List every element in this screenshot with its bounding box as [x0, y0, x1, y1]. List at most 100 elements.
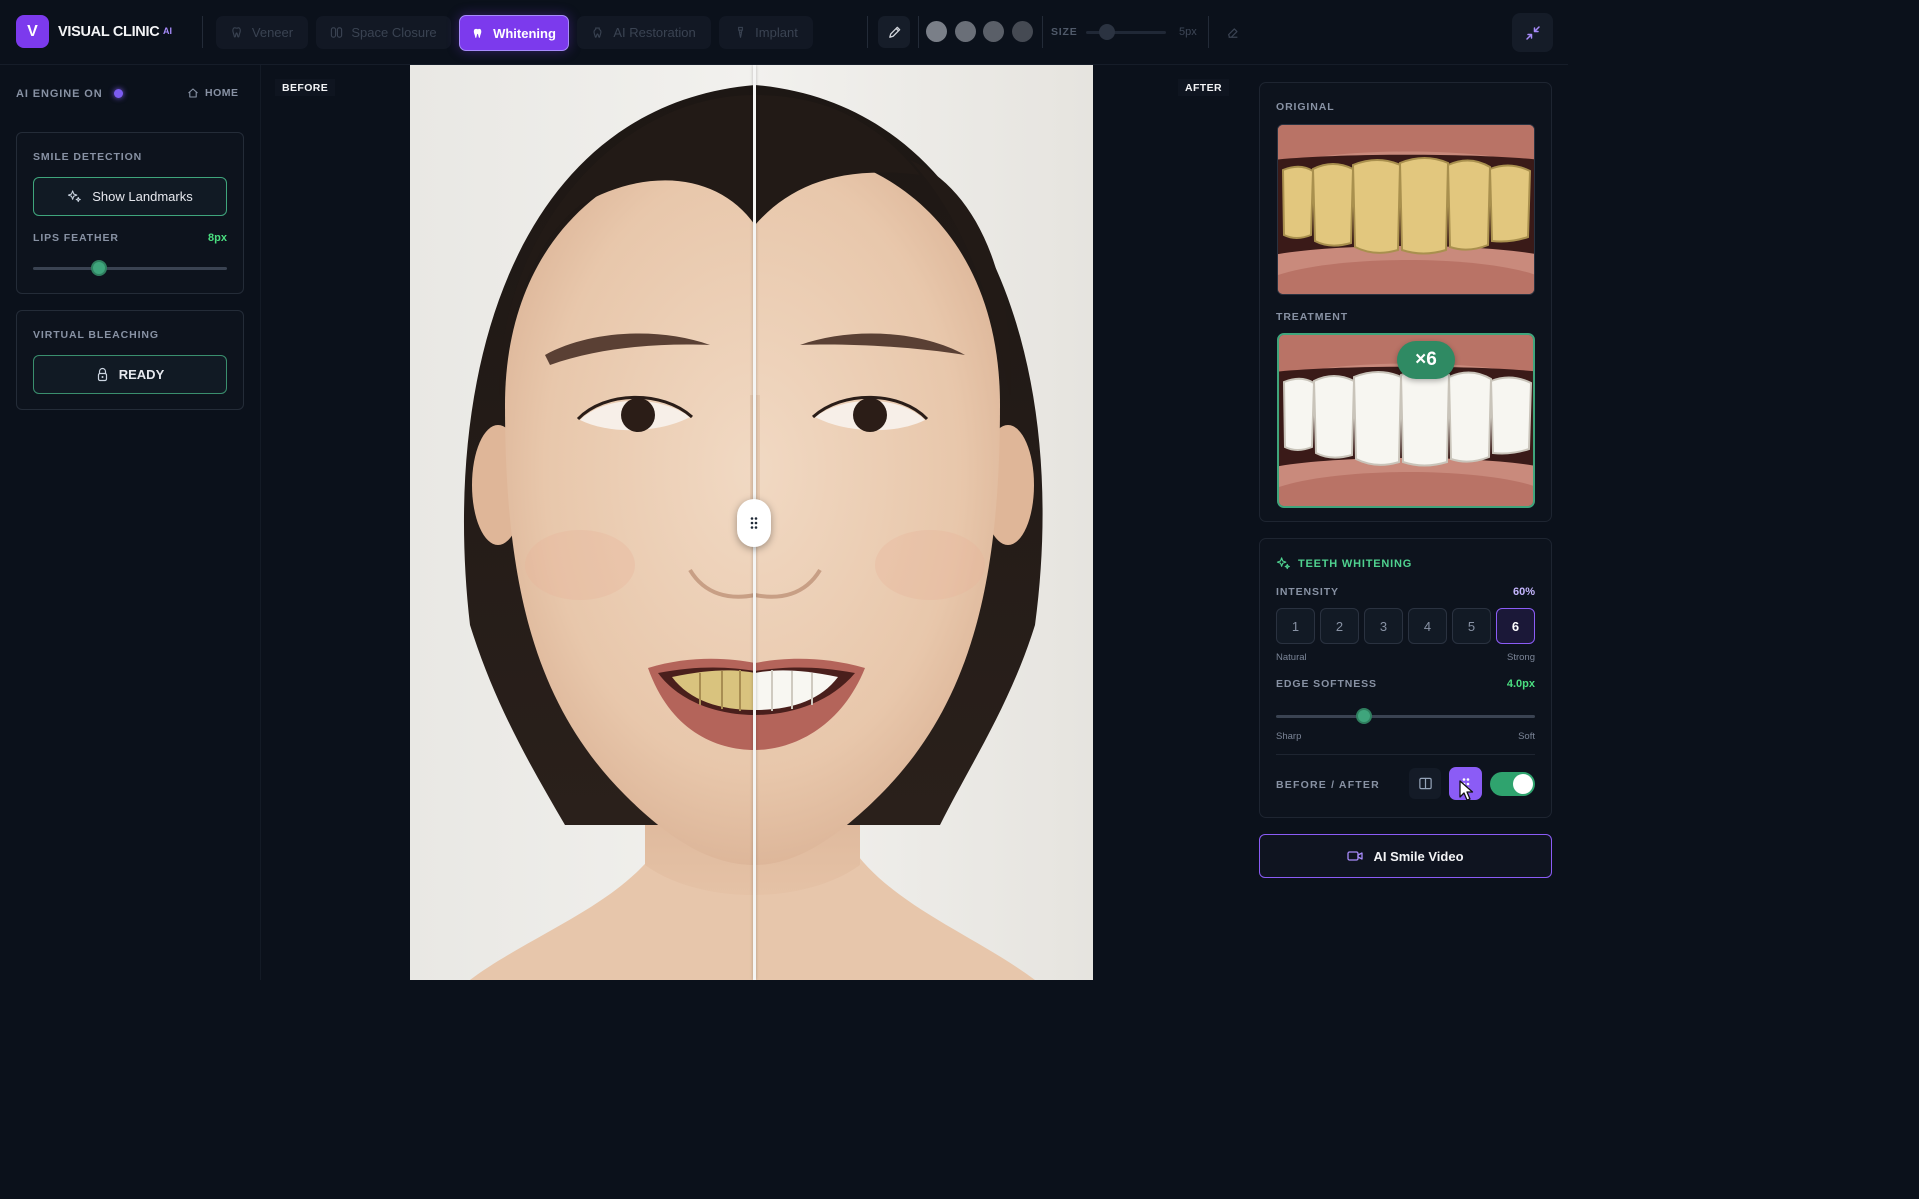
collapse-button[interactable]: [1512, 13, 1553, 52]
tab-label: Space Closure: [351, 25, 437, 40]
engine-status-indicator: [114, 89, 123, 98]
intensity-level-2[interactable]: 2: [1320, 608, 1359, 644]
original-teeth-image: [1278, 125, 1534, 294]
home-icon: [188, 88, 198, 98]
original-teeth-thumbnail[interactable]: [1277, 124, 1535, 295]
divider: [918, 16, 919, 48]
pencil-tool-button[interactable]: [878, 16, 910, 48]
edge-softness-label: EDGE SOFTNESS: [1276, 678, 1377, 690]
intensity-value: 60%: [1512, 586, 1535, 598]
divider: [867, 16, 868, 48]
app-name: VISUAL CLINIC: [58, 24, 160, 40]
divider: [1276, 754, 1535, 755]
preview-card: ORIGINAL TREATMENT ×6: [1259, 82, 1552, 522]
face-photo: [410, 65, 1093, 980]
lips-feather-value: 8px: [208, 232, 227, 244]
sparkles-icon: [1276, 557, 1290, 570]
teeth-whitening-card: TEETH WHITENING INTENSITY 60% 1 2 3 4 5 …: [1259, 538, 1552, 818]
strong-label: Strong: [1507, 652, 1535, 663]
before-after-label: BEFORE / AFTER: [1276, 779, 1380, 791]
home-link[interactable]: HOME: [187, 87, 239, 99]
intensity-label: INTENSITY: [1276, 586, 1339, 598]
tooth-filled-icon: [473, 28, 482, 38]
sparkles-icon: [68, 190, 82, 203]
color-swatch-1[interactable]: [926, 21, 947, 42]
lips-feather-slider[interactable]: [33, 267, 227, 270]
lips-feather-thumb[interactable]: [90, 260, 107, 276]
color-swatch-2[interactable]: [955, 21, 976, 42]
tab-label: AI Restoration: [613, 25, 696, 40]
implant-icon: [738, 26, 744, 38]
treatment-teeth-thumbnail[interactable]: ×6: [1277, 333, 1535, 508]
ready-button[interactable]: READY: [33, 355, 227, 394]
treatment-level-badge: ×6: [1397, 341, 1455, 379]
tooth-lock-icon: [97, 367, 107, 382]
soft-label: Soft: [1518, 731, 1535, 742]
video-camera-icon: [1347, 851, 1364, 861]
left-sidebar: AI ENGINE ON HOME SMILE DETECTION Show L…: [0, 65, 261, 980]
tab-space-closure[interactable]: Space Closure: [316, 16, 451, 49]
virtual-bleaching-title: VIRTUAL BLEACHING: [33, 329, 159, 341]
comparison-drag-handle[interactable]: [737, 499, 771, 547]
divider: [1042, 16, 1043, 48]
comparison-canvas: BEFORE AFTER: [261, 65, 1242, 980]
tab-label: Implant: [755, 25, 798, 40]
tab-label: Whitening: [493, 25, 556, 41]
show-landmarks-button[interactable]: Show Landmarks: [33, 177, 227, 216]
tooth-crown-icon: [593, 27, 602, 38]
tab-implant[interactable]: Implant: [719, 16, 813, 49]
edge-softness-slider[interactable]: [1276, 715, 1535, 718]
mouse-cursor-icon: [1459, 780, 1474, 801]
virtual-bleaching-card: VIRTUAL BLEACHING READY: [16, 310, 244, 410]
brush-size-thumb[interactable]: [1099, 24, 1115, 40]
edge-softness-thumb[interactable]: [1356, 708, 1373, 724]
pencil-icon: [888, 26, 900, 38]
ai-engine-status: AI ENGINE ON: [16, 88, 103, 100]
intensity-level-3[interactable]: 3: [1364, 608, 1403, 644]
app-logo: V: [16, 15, 49, 48]
divider: [1208, 16, 1209, 48]
natural-label: Natural: [1276, 652, 1307, 663]
teeth-pair-icon: [331, 27, 343, 38]
tab-label: Veneer: [251, 25, 294, 40]
treatment-label: TREATMENT: [1276, 311, 1349, 323]
ai-smile-video-label: AI Smile Video: [1373, 848, 1464, 864]
app-ai-badge: AI: [163, 26, 172, 36]
before-after-toggle[interactable]: [1490, 772, 1535, 796]
teeth-whitening-title: TEETH WHITENING: [1298, 558, 1413, 570]
tab-whitening[interactable]: Whitening: [459, 15, 569, 51]
collapse-arrows-icon: [1525, 25, 1540, 40]
intensity-level-1[interactable]: 1: [1276, 608, 1315, 644]
show-landmarks-label: Show Landmarks: [92, 189, 193, 204]
grip-dots-icon: [750, 517, 758, 529]
tab-veneer[interactable]: Veneer: [216, 16, 308, 49]
split-view-button[interactable]: [1409, 768, 1441, 799]
smile-detection-title: SMILE DETECTION: [33, 151, 143, 163]
original-label: ORIGINAL: [1276, 101, 1335, 113]
right-panel: ORIGINAL TREATMENT ×6 TEETH WHITENING IN…: [1242, 65, 1568, 980]
top-bar: V VISUAL CLINIC AI Veneer Space Closure …: [0, 0, 1568, 65]
after-label: AFTER: [1178, 79, 1229, 96]
color-swatch-4[interactable]: [1012, 21, 1033, 42]
before-label: BEFORE: [275, 79, 336, 96]
divider: [202, 16, 203, 48]
intensity-level-4[interactable]: 4: [1408, 608, 1447, 644]
brush-size-value: 5px: [1179, 26, 1197, 38]
tab-ai-restoration[interactable]: AI Restoration: [577, 16, 711, 49]
color-swatch-3[interactable]: [983, 21, 1004, 42]
eraser-icon: [1228, 28, 1238, 38]
sharp-label: Sharp: [1276, 731, 1302, 742]
edge-softness-value: 4.0px: [1506, 678, 1535, 690]
smile-detection-card: SMILE DETECTION Show Landmarks LIPS FEAT…: [16, 132, 244, 294]
brush-size-slider[interactable]: [1086, 31, 1166, 34]
intensity-level-6[interactable]: 6: [1496, 608, 1535, 644]
ai-smile-video-button[interactable]: AI Smile Video: [1259, 834, 1552, 878]
split-view-icon: [1418, 777, 1432, 790]
lips-feather-label: LIPS FEATHER: [33, 232, 119, 244]
ready-label: READY: [118, 367, 165, 382]
intensity-level-5[interactable]: 5: [1452, 608, 1491, 644]
toggle-knob: [1513, 774, 1533, 794]
tooth-icon: [232, 27, 241, 38]
eraser-button[interactable]: [1217, 16, 1249, 48]
home-label: HOME: [205, 87, 239, 99]
